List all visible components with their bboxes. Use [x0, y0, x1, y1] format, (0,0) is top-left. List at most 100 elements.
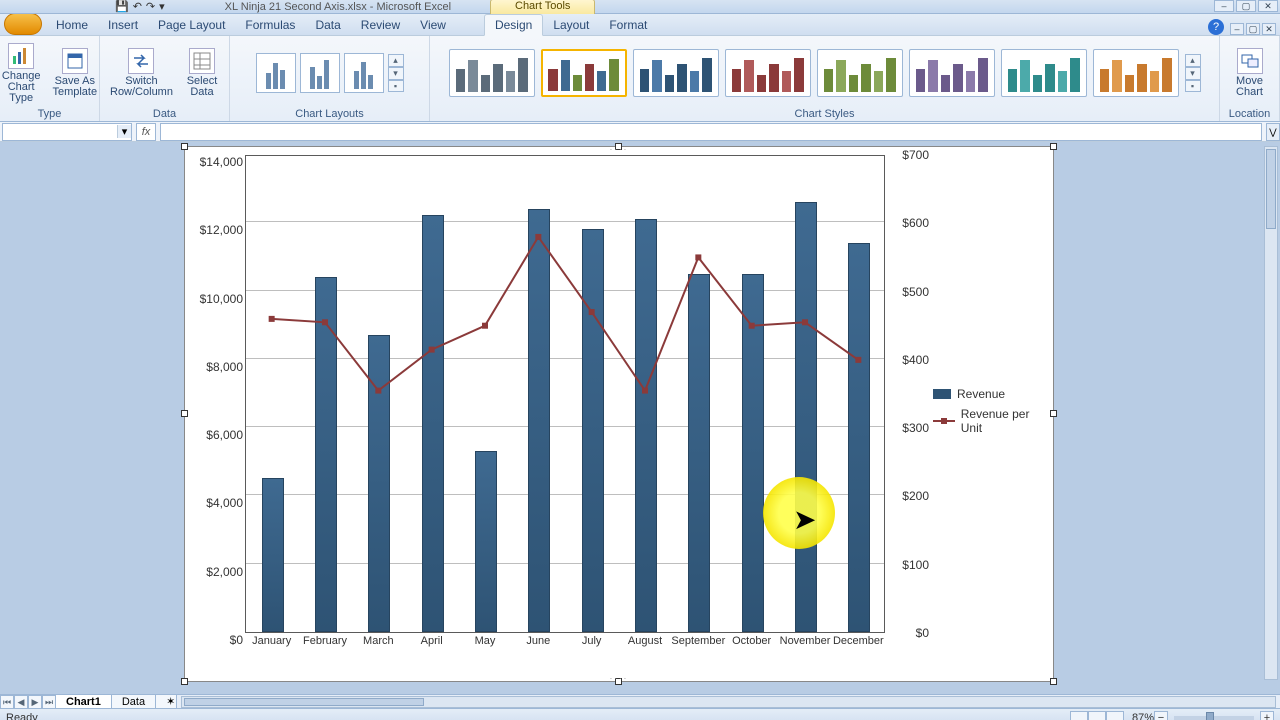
save-icon[interactable]: 💾 — [115, 0, 129, 13]
tab-review[interactable]: Review — [351, 15, 410, 35]
scrollbar-thumb[interactable] — [184, 698, 424, 706]
tab-nav-last[interactable]: ⏭ — [42, 695, 56, 709]
tab-page-layout[interactable]: Page Layout — [148, 15, 235, 35]
help-icon[interactable]: ? — [1208, 19, 1224, 35]
resize-handle[interactable] — [1050, 678, 1057, 685]
minimize-button[interactable]: – — [1214, 0, 1234, 12]
bar[interactable] — [368, 335, 390, 632]
chart-style-1[interactable] — [449, 49, 535, 97]
chart-object[interactable]: ···· ···· $0$2,000$4,000$6,000$8,000$10,… — [184, 146, 1054, 682]
formula-input[interactable] — [160, 123, 1262, 141]
view-page-break-button[interactable] — [1106, 711, 1124, 720]
horizontal-scrollbar[interactable] — [181, 696, 1276, 708]
bar[interactable] — [795, 202, 817, 632]
chart-style-5[interactable] — [817, 49, 903, 97]
zoom-slider[interactable] — [1174, 716, 1254, 720]
sheet-tab-chart1[interactable]: Chart1 — [55, 695, 112, 709]
ribbon-restore-button[interactable]: ▢ — [1246, 23, 1260, 35]
vertical-scrollbar[interactable] — [1264, 146, 1278, 680]
maximize-button[interactable]: ▢ — [1236, 0, 1256, 12]
resize-handle[interactable] — [181, 143, 188, 150]
ribbon-close-button[interactable]: ✕ — [1262, 23, 1276, 35]
tab-view[interactable]: View — [410, 15, 456, 35]
y-tick-right: $0 — [916, 626, 929, 640]
formula-bar-expand-icon[interactable]: ⋁ — [1266, 123, 1280, 141]
view-page-layout-button[interactable] — [1088, 711, 1106, 720]
chart-edge-dots: ···· — [610, 674, 629, 683]
chart-style-6[interactable] — [909, 49, 995, 97]
chart-styles-nav[interactable]: ▴▾▪ — [1185, 54, 1201, 92]
ribbon: Change Chart Type Save As Template Type … — [0, 36, 1280, 122]
legend[interactable]: Revenue Revenue per Unit — [933, 387, 1053, 441]
chart-layout-1[interactable] — [256, 53, 296, 93]
bar[interactable] — [688, 274, 710, 633]
zoom-out-button[interactable]: − — [1154, 711, 1168, 720]
change-chart-type-button[interactable]: Change Chart Type — [0, 41, 44, 106]
tab-design[interactable]: Design — [484, 14, 543, 36]
sheet-tab-data[interactable]: Data — [111, 695, 156, 709]
bar[interactable] — [582, 229, 604, 632]
fx-button[interactable]: fx — [136, 123, 156, 141]
office-button[interactable] — [4, 13, 42, 35]
x-axis[interactable]: JanuaryFebruaryMarchAprilMayJuneJulyAugu… — [245, 635, 885, 653]
tab-layout[interactable]: Layout — [543, 15, 599, 35]
plot-area[interactable]: JanuaryFebruaryMarchAprilMayJuneJulyAugu… — [245, 155, 885, 653]
primary-y-axis[interactable]: $0$2,000$4,000$6,000$8,000$10,000$12,000… — [195, 155, 243, 633]
tab-data[interactable]: Data — [305, 15, 350, 35]
zoom-in-button[interactable]: + — [1260, 711, 1274, 720]
name-box[interactable]: ▾ — [2, 123, 132, 141]
title-bar: 💾 ↶ ↷ ▾ XL Ninja 21 Second Axis.xlsx - M… — [0, 0, 1280, 14]
chart-style-8[interactable] — [1093, 49, 1179, 97]
tab-formulas[interactable]: Formulas — [235, 15, 305, 35]
tab-nav-prev[interactable]: ◀ — [14, 695, 28, 709]
chart-layout-2[interactable] — [300, 53, 340, 93]
bar[interactable] — [315, 277, 337, 632]
legend-swatch-rpu — [933, 416, 955, 426]
sheet-tab-new[interactable]: ✶ — [155, 695, 177, 709]
secondary-y-axis[interactable]: $0$100$200$300$400$500$600$700 — [889, 155, 929, 633]
tab-home[interactable]: Home — [46, 15, 98, 35]
resize-handle[interactable] — [181, 410, 188, 417]
sheet-tab-bar: ⏮ ◀ ▶ ⏭ Chart1 Data ✶ — [0, 694, 1280, 708]
chart-style-2[interactable] — [541, 49, 627, 97]
group-chart-styles-label: Chart Styles — [795, 107, 855, 120]
tab-format[interactable]: Format — [599, 15, 657, 35]
bar[interactable] — [635, 219, 657, 632]
resize-handle[interactable] — [1050, 143, 1057, 150]
bar[interactable] — [528, 209, 550, 632]
view-normal-button[interactable] — [1070, 711, 1088, 720]
chart-style-4[interactable] — [725, 49, 811, 97]
document-title: XL Ninja 21 Second Axis.xlsx - Microsoft… — [225, 1, 451, 13]
switch-icon — [128, 48, 154, 74]
close-button[interactable]: ✕ — [1258, 0, 1278, 12]
switch-row-column-button[interactable]: Switch Row/Column — [106, 46, 177, 100]
bar[interactable] — [422, 215, 444, 632]
select-data-button[interactable]: Select Data — [181, 46, 223, 100]
redo-icon[interactable]: ↷ — [146, 0, 155, 13]
zoom-slider-knob[interactable] — [1206, 712, 1214, 720]
resize-handle[interactable] — [181, 678, 188, 685]
group-chart-styles: ▴▾▪ Chart Styles — [430, 36, 1220, 121]
scrollbar-thumb[interactable] — [1266, 149, 1276, 229]
qat-more-icon[interactable]: ▾ — [159, 0, 165, 13]
tab-nav-first[interactable]: ⏮ — [0, 695, 14, 709]
bar[interactable] — [742, 274, 764, 633]
move-chart-icon — [1237, 48, 1263, 74]
select-data-icon — [189, 48, 215, 74]
save-as-template-button[interactable]: Save As Template — [48, 46, 101, 100]
chart-style-3[interactable] — [633, 49, 719, 97]
bar[interactable] — [262, 478, 284, 632]
bar[interactable] — [475, 451, 497, 632]
undo-icon[interactable]: ↶ — [133, 0, 142, 13]
move-chart-button[interactable]: Move Chart — [1226, 46, 1273, 100]
name-box-dropdown-icon[interactable]: ▾ — [117, 125, 131, 138]
group-data: Switch Row/Column Select Data Data — [100, 36, 230, 121]
tab-insert[interactable]: Insert — [98, 15, 148, 35]
tab-nav-next[interactable]: ▶ — [28, 695, 42, 709]
bar[interactable] — [848, 243, 870, 632]
chart-style-7[interactable] — [1001, 49, 1087, 97]
chart-layouts-nav[interactable]: ▴▾▪ — [388, 54, 404, 92]
legend-swatch-revenue — [933, 389, 951, 399]
chart-layout-3[interactable] — [344, 53, 384, 93]
ribbon-minimize-button[interactable]: – — [1230, 23, 1244, 35]
